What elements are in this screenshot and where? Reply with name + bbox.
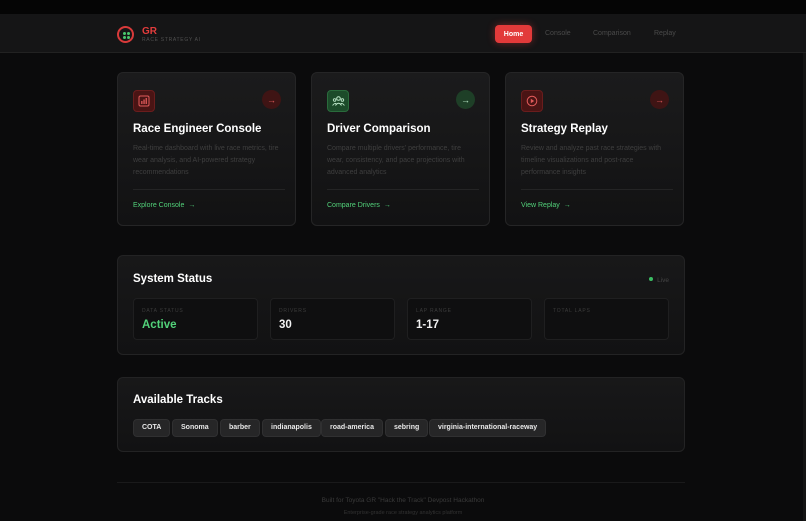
nav-comparison-link[interactable]: Comparison	[593, 30, 631, 37]
window-top-bar	[0, 0, 806, 14]
track-chip[interactable]: virginia-international-raceway	[429, 419, 547, 437]
stat-value: Active	[142, 319, 177, 331]
nav-home-button[interactable]: Home	[495, 25, 532, 43]
section-title: System Status	[133, 273, 213, 285]
section-title: Available Tracks	[133, 394, 223, 406]
track-chip[interactable]: COTA	[133, 419, 171, 437]
explore-console-link[interactable]: Explore Console →	[133, 202, 195, 209]
arrow-right-icon[interactable]: →	[650, 90, 669, 109]
link-label: Explore Console	[133, 202, 185, 209]
live-label: Live	[657, 277, 669, 284]
nav-replay-link[interactable]: Replay	[654, 30, 676, 37]
arrow-right-icon: →	[563, 202, 571, 209]
footer-divider	[117, 482, 685, 483]
top-navigation: GR RACE STRATEGY AI Home Console Compari…	[0, 14, 806, 53]
users-icon	[327, 90, 349, 112]
stat-label: TOTAL LAPS	[553, 308, 591, 314]
comparison-card[interactable]: → Driver Comparison Compare multiple dri…	[311, 72, 490, 226]
available-tracks-panel: Available Tracks COTA Sonoma barber indi…	[117, 377, 685, 452]
console-card[interactable]: → Race Engineer Console Real-time dashbo…	[117, 72, 296, 226]
stat-card-lap-range: LAP RANGE 1-17	[407, 298, 532, 340]
card-divider	[521, 189, 673, 190]
status-dot-icon	[649, 277, 654, 281]
arrow-right-icon: →	[383, 202, 391, 209]
view-replay-link[interactable]: View Replay →	[521, 202, 571, 209]
card-divider	[133, 189, 285, 190]
track-chip[interactable]: Sonoma	[172, 419, 218, 437]
track-chip[interactable]: indianapolis	[262, 419, 321, 437]
stat-card-total-laps: TOTAL LAPS	[544, 298, 669, 340]
stat-card-drivers: DRIVERS 30	[270, 298, 395, 340]
card-title: Race Engineer Console	[133, 123, 262, 135]
system-status-panel: System Status Live DATA STATUS Active DR…	[117, 255, 685, 355]
card-description: Review and analyze past race strategies …	[521, 145, 662, 176]
link-label: View Replay	[521, 202, 560, 209]
stat-label: LAP RANGE	[416, 308, 452, 314]
link-label: Compare Drivers	[327, 202, 380, 209]
card-title: Strategy Replay	[521, 123, 608, 135]
stat-label: DATA STATUS	[142, 308, 184, 314]
nav-console-link[interactable]: Console	[545, 30, 571, 37]
bar-chart-icon	[133, 90, 155, 112]
track-chip[interactable]: sebring	[385, 419, 429, 437]
footer-credit: Built for Toyota GR "Hack the Track" Dev…	[321, 497, 485, 504]
card-description: Compare multiple drivers' performance, t…	[327, 145, 465, 176]
card-title: Driver Comparison	[327, 123, 431, 135]
live-indicator: Live	[649, 277, 669, 284]
stat-value: 1-17	[416, 319, 440, 331]
logo-icon[interactable]	[117, 26, 134, 43]
card-description: Real-time dashboard with live race metri…	[133, 145, 279, 176]
replay-card[interactable]: → Strategy Replay Review and analyze pas…	[505, 72, 684, 226]
logo-title[interactable]: GR	[142, 26, 157, 37]
track-chip[interactable]: road-america	[321, 419, 383, 437]
footer-tagline: Enterprise-grade race strategy analytics…	[343, 510, 463, 516]
arrow-right-icon[interactable]: →	[456, 90, 475, 109]
compare-drivers-link[interactable]: Compare Drivers →	[327, 202, 391, 209]
play-circle-icon	[521, 90, 543, 112]
arrow-right-icon: →	[188, 202, 196, 209]
card-divider	[327, 189, 479, 190]
logo-subtitle: RACE STRATEGY AI	[142, 37, 201, 43]
arrow-right-icon[interactable]: →	[262, 90, 281, 109]
stat-value: 30	[279, 319, 292, 331]
stat-label: DRIVERS	[279, 308, 307, 314]
stat-card-data-status: DATA STATUS Active	[133, 298, 258, 340]
track-chip[interactable]: barber	[220, 419, 260, 437]
